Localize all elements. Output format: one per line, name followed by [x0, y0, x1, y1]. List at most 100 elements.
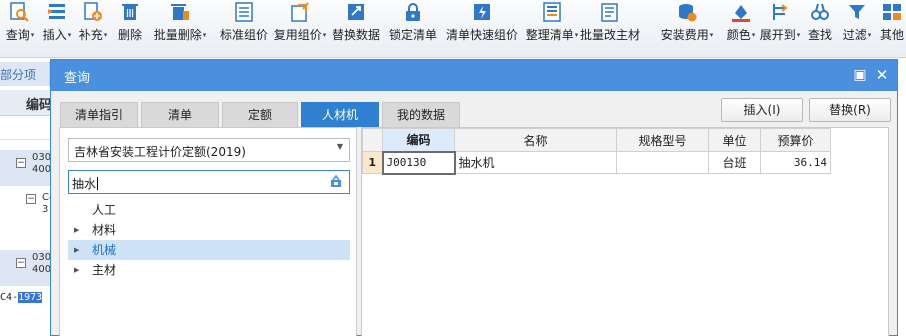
filter-button[interactable]: 过滤 ▾	[842, 0, 872, 58]
search-input[interactable]: 抽水	[68, 170, 350, 194]
column-header-spec[interactable]: 规格型号	[616, 128, 709, 152]
tab-my-data[interactable]: 我的数据	[382, 102, 460, 127]
insert-button[interactable]: 插入(I)	[721, 98, 803, 122]
cell-prefix: C4-	[0, 292, 19, 303]
expand-to-icon	[769, 1, 791, 23]
batch-delete-button[interactable]: 批量删除 ▾	[152, 0, 208, 58]
left-pane: 吉林省安装工程计价定额(2019) ▼ 抽水 人工 ▶ 材料 ▶ 机械 ▶ 主材	[59, 127, 357, 336]
query-button[interactable]: 查询 ▾	[5, 0, 35, 58]
standard-pricing-button[interactable]: 标准组价	[218, 0, 270, 58]
replace-data-icon	[345, 1, 367, 23]
find-button[interactable]: 查找	[806, 0, 834, 58]
background-tab-partial[interactable]: 部分项	[0, 62, 50, 86]
install-fee-label: 安装费用	[660, 28, 709, 42]
filter-label: 过滤	[842, 28, 867, 42]
quick-pricing-icon	[471, 1, 493, 23]
color-label: 颜色	[726, 28, 751, 42]
quick-pricing-button[interactable]: 清单快速组价	[444, 0, 520, 58]
filter-icon	[846, 1, 868, 23]
reuse-pricing-label: 复用组价	[273, 28, 322, 42]
chevron-down-icon[interactable]: ▼	[337, 142, 343, 151]
insert-toolbar-button[interactable]: 插入 ▾	[42, 0, 72, 58]
organize-list-button[interactable]: 整理清单 ▾	[522, 0, 582, 58]
batch-delete-label: 批量删除	[153, 28, 202, 42]
expand-to-label: 展开到	[759, 28, 796, 42]
reuse-pricing-icon	[289, 1, 311, 23]
row-number-header	[362, 128, 383, 152]
column-header-name[interactable]: 名称	[454, 128, 617, 152]
color-icon	[730, 1, 752, 23]
other-label: 其他	[879, 28, 904, 42]
replace-button[interactable]: 替换(R)	[809, 98, 891, 122]
batch-edit-material-icon	[599, 1, 621, 23]
dialog-title: 查询	[64, 71, 91, 86]
insert-toolbar-label: 插入	[42, 28, 67, 42]
tree-item-labor[interactable]: 人工	[68, 200, 350, 220]
tree-item-label: 人工	[92, 203, 117, 217]
add-icon	[82, 1, 104, 23]
results-table: 编码 名称 规格型号 单位 预算价 1 J00130 抽水机 台班 36.14	[362, 128, 831, 175]
quick-pricing-label: 清单快速组价	[445, 28, 518, 42]
batch-delete-icon	[169, 1, 191, 23]
cell-unit[interactable]: 台班	[708, 151, 761, 174]
add-button[interactable]: 补充 ▾	[78, 0, 108, 58]
tab-quota[interactable]: 定额	[222, 102, 298, 127]
search-icon	[9, 1, 31, 23]
tree-item-machinery[interactable]: ▶ 机械	[68, 240, 350, 260]
tree-item-material[interactable]: ▶ 材料	[68, 220, 350, 240]
column-header-price[interactable]: 预算价	[760, 128, 831, 152]
expand-arrow-icon[interactable]: ▶	[74, 220, 79, 240]
query-label: 查询	[5, 28, 30, 42]
background-selected-cell[interactable]: C4-1973	[0, 292, 43, 303]
reuse-pricing-button[interactable]: 复用组价 ▾	[274, 0, 326, 58]
cell-code[interactable]: J00130	[381, 150, 456, 175]
column-header-unit[interactable]: 单位	[708, 128, 761, 152]
color-button[interactable]: 颜色 ▾	[726, 0, 756, 58]
expand-arrow-icon[interactable]: ▶	[74, 240, 79, 260]
quota-library-value: 吉林省安装工程计价定额(2019)	[74, 145, 246, 159]
collapse-icon[interactable]: −	[16, 158, 26, 168]
find-icon	[809, 1, 831, 23]
cell-spec[interactable]	[616, 151, 709, 174]
tree-item-label: 机械	[92, 243, 117, 257]
other-button[interactable]: 其他	[878, 0, 906, 58]
tree-item-label: 主材	[92, 263, 117, 277]
batch-edit-material-label: 批量改主材	[580, 28, 641, 42]
quota-library-select[interactable]: 吉林省安装工程计价定额(2019) ▼	[68, 138, 350, 162]
find-label: 查找	[807, 28, 832, 42]
category-tree: 人工 ▶ 材料 ▶ 机械 ▶ 主材	[68, 200, 350, 280]
organize-list-icon	[541, 1, 563, 23]
close-icon[interactable]: ✕	[873, 66, 891, 84]
delete-icon	[119, 1, 141, 23]
query-dialog: 查询 ▣ ✕ 清单指引 清单 定额 人材机 我的数据 插入(I) 替换(R) 吉…	[50, 59, 898, 336]
install-fee-button[interactable]: 安装费用 ▾	[656, 0, 718, 58]
lock-list-label: 锁定清单	[388, 28, 437, 42]
replace-data-button[interactable]: 替换数据	[330, 0, 382, 58]
clear-search-icon[interactable]	[329, 174, 343, 188]
tree-item-label: 材料	[92, 223, 117, 237]
tab-labor-material-machine[interactable]: 人材机	[301, 102, 379, 127]
install-fee-icon	[676, 1, 698, 23]
table-row[interactable]: 1 J00130 抽水机 台班 36.14	[362, 150, 831, 175]
dialog-titlebar[interactable]: 查询 ▣ ✕	[51, 60, 897, 91]
add-label: 补充	[78, 28, 103, 42]
expand-arrow-icon[interactable]: ▶	[74, 260, 79, 280]
tab-list-guide[interactable]: 清单指引	[60, 102, 138, 127]
tab-list[interactable]: 清单	[141, 102, 219, 127]
lock-list-button[interactable]: 锁定清单	[388, 0, 438, 58]
collapse-icon[interactable]: −	[16, 258, 26, 268]
cell-name[interactable]: 抽水机	[454, 151, 617, 174]
collapse-icon[interactable]: −	[26, 194, 36, 204]
replace-data-label: 替换数据	[331, 28, 380, 42]
delete-button[interactable]: 删除	[116, 0, 144, 58]
maximize-icon[interactable]: ▣	[851, 66, 869, 84]
expand-to-button[interactable]: 展开到 ▾	[760, 0, 800, 58]
organize-list-label: 整理清单	[525, 28, 574, 42]
column-header-code[interactable]: 编码	[382, 128, 455, 152]
batch-edit-material-button[interactable]: 批量改主材	[580, 0, 640, 58]
other-icon	[881, 1, 903, 23]
cell-price[interactable]: 36.14	[760, 151, 831, 174]
standard-pricing-icon	[233, 1, 255, 23]
main-toolbar: 查询 ▾ 插入 ▾ 补充 ▾ 删除 批量删除 ▾ 标准组价 复用组价 ▾ 替换数据 锁定清…	[0, 0, 906, 58]
tree-item-main-material[interactable]: ▶ 主材	[68, 260, 350, 280]
